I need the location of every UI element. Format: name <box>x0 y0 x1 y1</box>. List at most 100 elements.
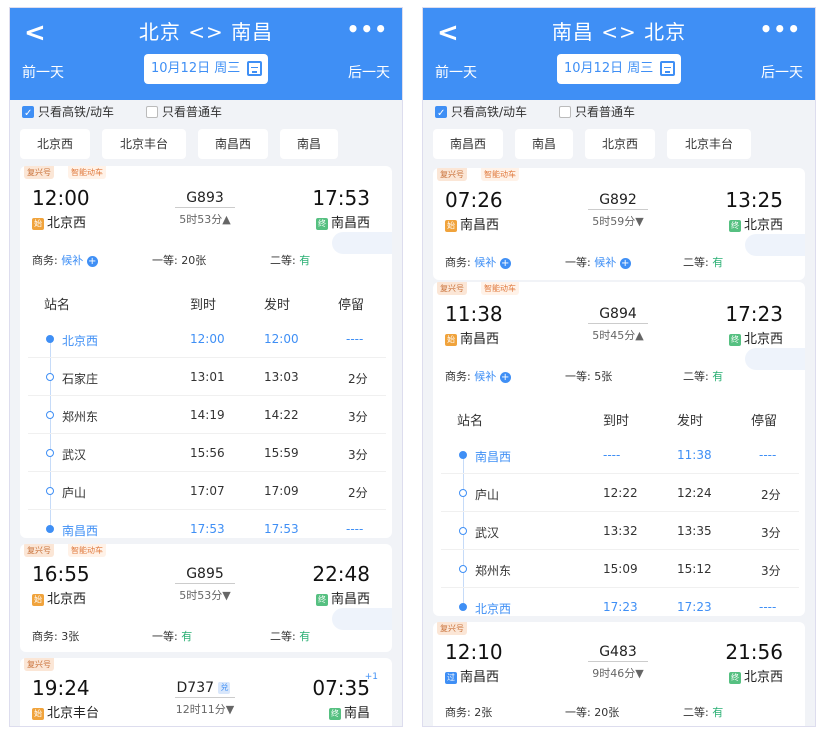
filter-high-speed[interactable]: 只看高铁/动车 <box>22 102 115 124</box>
seat-label: 商务: <box>32 630 58 643</box>
stop-depart: 15:59 <box>264 446 299 460</box>
duration[interactable]: 5时53分▲ <box>160 211 250 227</box>
stop-depart: 13:35 <box>677 524 712 538</box>
train-number-text: D737 <box>176 680 215 696</box>
station-chip[interactable]: 北京西 <box>585 129 655 159</box>
more-icon[interactable]: ••• <box>347 17 388 41</box>
seat-value[interactable]: 候补 <box>61 254 83 267</box>
checkbox-icon[interactable] <box>146 106 158 118</box>
arrive-station-name: 南昌西 <box>330 216 370 231</box>
depart-time: 12:10 <box>445 640 503 664</box>
seat-label: 商务: <box>445 706 471 719</box>
filter-normal[interactable]: 只看普通车 <box>559 102 635 122</box>
next-day-button[interactable]: 后一天 <box>761 62 803 82</box>
stop-dwell: 3分 <box>761 564 781 578</box>
next-day-button[interactable]: 后一天 <box>348 62 390 82</box>
stop-depart: 17:53 <box>264 522 299 536</box>
station-chip[interactable]: 南昌西 <box>433 129 503 159</box>
station-chip[interactable]: 南昌 <box>515 129 573 159</box>
seat-first: 一等: 20张 <box>565 704 619 720</box>
arrive-time: 17:23 <box>725 302 783 326</box>
filter-high-speed[interactable]: 只看高铁/动车 <box>435 102 527 124</box>
station-chip[interactable]: 北京丰台 <box>667 129 751 159</box>
stop-arrive: 12:22 <box>603 486 638 500</box>
train-card[interactable]: 复兴号 智能动车 07:26 始南昌西 G892 5时59分▼ 13:25 终北… <box>433 168 805 280</box>
seat-value[interactable]: 候补 <box>594 256 616 269</box>
station-chip[interactable]: 南昌 <box>280 129 338 159</box>
seat-value[interactable]: 候补 <box>474 370 496 383</box>
stop-name: 郑州东 <box>475 564 512 578</box>
add-icon[interactable]: + <box>619 257 631 269</box>
stop-row: 庐山 12:22 12:24 2分 <box>441 474 799 512</box>
stop-dwell: 2分 <box>348 372 368 386</box>
stop-dot-icon <box>46 449 54 457</box>
stop-name: 武汉 <box>62 448 87 462</box>
add-icon[interactable]: + <box>86 255 98 267</box>
train-number: D737 兑 <box>160 680 250 696</box>
stop-depart: 14:22 <box>264 408 299 422</box>
train-card[interactable]: 复兴号 智能动车 12:00 始北京西 G893 5时53分▲ 17:53 终南… <box>20 166 392 538</box>
stop-name: 南昌西 <box>62 524 99 538</box>
add-icon[interactable]: + <box>499 257 511 269</box>
exchange-badge: 兑 <box>218 682 231 694</box>
stop-row: 郑州东 14:19 14:22 3分 <box>28 396 386 434</box>
seat-business: 商务: 候补 + <box>32 252 98 268</box>
station-chip[interactable]: 北京西 <box>20 129 90 159</box>
depart-station-name: 北京丰台 <box>47 706 100 721</box>
seat-label: 二等: <box>683 370 709 383</box>
fuxing-tag: 复兴号 <box>437 168 467 181</box>
arrive-station-name: 南昌 <box>343 706 370 721</box>
stop-name: 庐山 <box>62 486 87 500</box>
divider <box>588 323 648 324</box>
date-label: 10月12日 周三 <box>151 61 241 76</box>
seat-second: 二等: 有 <box>270 252 310 268</box>
col-station: 站名 <box>44 298 71 313</box>
filter-label: 只看高铁/动车 <box>38 105 115 119</box>
train-card[interactable]: 复兴号 19:24 始北京丰台 D737 兑 12时11分▼ 07:35 +1 … <box>20 658 392 726</box>
train-card[interactable]: 复兴号 智能动车 11:38 始南昌西 G894 5时45分▲ 17:23 终北… <box>433 282 805 616</box>
duration[interactable]: 5时59分▼ <box>573 213 663 229</box>
train-number: G895 <box>186 566 224 582</box>
seat-second: 二等: 有 <box>683 704 723 720</box>
duration[interactable]: 12时11分▼ <box>160 701 250 717</box>
station-chip[interactable]: 北京丰台 <box>102 129 186 159</box>
checkbox-checked-icon[interactable] <box>435 104 447 124</box>
duration[interactable]: 5时53分▼ <box>160 587 250 603</box>
train-card[interactable]: 复兴号 智能动车 16:55 始北京西 G895 5时53分▼ 22:48 终南… <box>20 544 392 652</box>
checkbox-icon[interactable] <box>559 106 571 118</box>
depart-station-name: 北京西 <box>47 216 87 231</box>
checkbox-checked-icon[interactable] <box>22 104 34 124</box>
stop-depart: 17:23 <box>677 600 712 614</box>
stop-arrive: 17:53 <box>190 522 225 536</box>
stop-arrive: 17:07 <box>190 484 225 498</box>
filter-normal[interactable]: 只看普通车 <box>146 102 222 122</box>
start-icon: 始 <box>32 217 44 230</box>
end-icon: 终 <box>728 219 741 232</box>
add-icon[interactable]: + <box>499 371 511 383</box>
date-picker[interactable]: 10月12日 周三 <box>557 54 681 84</box>
station-chip[interactable]: 南昌西 <box>198 129 268 159</box>
fuxing-tag: 复兴号 <box>437 622 467 635</box>
stop-dot-icon <box>46 525 54 533</box>
prev-day-button[interactable]: 前一天 <box>435 62 477 82</box>
seat-second: 二等: 有 <box>683 254 723 270</box>
seat-value[interactable]: 候补 <box>474 256 496 269</box>
duration[interactable]: 5时45分▲ <box>573 327 663 343</box>
stop-row: 南昌西 17:53 17:53 ---- <box>28 510 386 538</box>
arrive-time: 17:53 <box>312 186 370 210</box>
date-picker[interactable]: 10月12日 周三 <box>144 54 268 84</box>
stop-dot-icon <box>459 451 467 459</box>
depart-station-name: 南昌西 <box>460 218 500 233</box>
seat-label: 一等: <box>565 370 591 383</box>
seat-business: 商务: 2张 <box>445 704 492 720</box>
train-card[interactable]: 复兴号 12:10 过南昌西 G483 9时46分▼ 21:56 终北京西 商务… <box>433 622 805 726</box>
duration[interactable]: 9时46分▼ <box>573 665 663 681</box>
arrive-station: 终南昌西 <box>315 588 370 607</box>
prev-day-button[interactable]: 前一天 <box>22 62 64 82</box>
start-icon: 始 <box>445 219 457 232</box>
arrive-time: 13:25 <box>725 188 783 212</box>
seat-label: 一等: <box>152 254 178 267</box>
station-chips: 北京西 北京丰台 南昌西 南昌 <box>20 129 400 159</box>
calendar-icon <box>660 61 675 76</box>
more-icon[interactable]: ••• <box>760 17 801 41</box>
